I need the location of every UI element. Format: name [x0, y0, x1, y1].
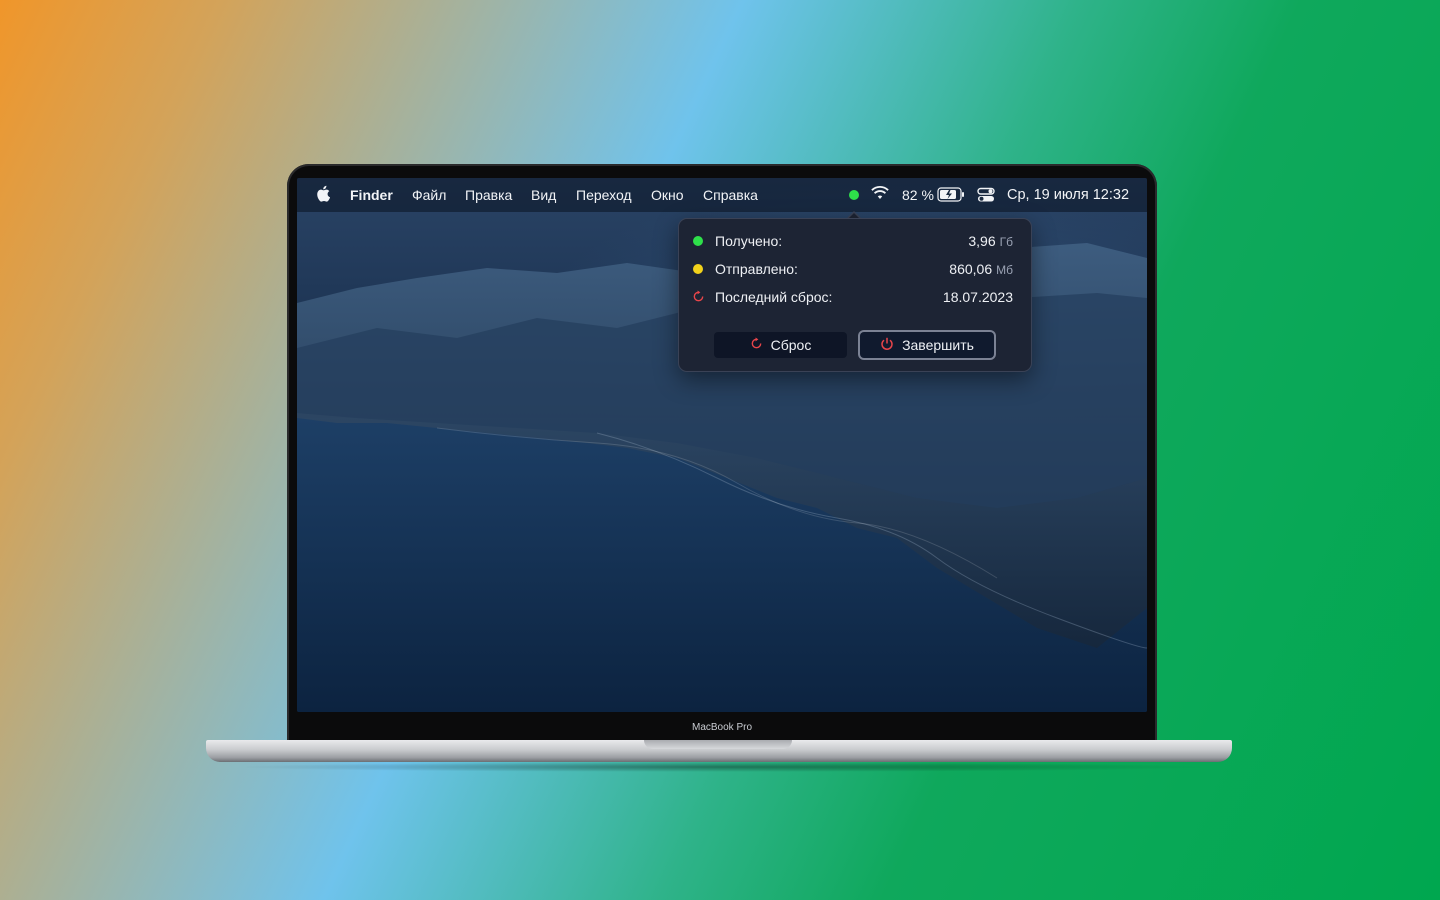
network-status-dot[interactable]	[849, 190, 859, 200]
menu-file[interactable]: Файл	[412, 187, 446, 203]
menu-go[interactable]: Переход	[576, 187, 632, 203]
clock-date[interactable]: Ср, 19 июля 12:32	[1007, 187, 1129, 203]
reset-icon	[750, 337, 763, 353]
sent-label: Отправлено:	[715, 261, 798, 277]
menu-edit[interactable]: Правка	[465, 187, 512, 203]
received-label: Получено:	[715, 233, 783, 249]
apple-menu[interactable]	[316, 185, 331, 205]
laptop-shadow	[230, 762, 1210, 772]
power-icon	[880, 337, 894, 354]
sent-indicator	[693, 264, 703, 274]
sent-unit: Мб	[996, 263, 1013, 277]
menu-view[interactable]: Вид	[531, 187, 556, 203]
apple-icon	[317, 185, 331, 202]
last-reset-label: Последний сброс:	[715, 289, 833, 305]
menu-help[interactable]: Справка	[703, 187, 758, 203]
received-value: 3,96 Гб	[968, 233, 1013, 249]
reset-button[interactable]: Сброс	[714, 332, 847, 358]
traffic-popover: Получено: 3,96 Гб Отправлено: 860,06 Мб По…	[678, 218, 1032, 372]
battery-percent[interactable]: 82 %	[902, 187, 934, 203]
received-unit: Гб	[999, 235, 1013, 249]
reset-button-label: Сброс	[770, 337, 812, 353]
model-label: MacBook Pro	[691, 722, 753, 733]
battery-icon[interactable]	[937, 187, 965, 205]
last-reset-row: Последний сброс: 18.07.2023	[693, 287, 1013, 307]
menu-bar: Finder Файл Правка Вид Переход Окно Спра…	[297, 178, 1147, 212]
menu-app-name[interactable]: Finder	[350, 187, 393, 203]
sent-row: Отправлено: 860,06 Мб	[693, 259, 1013, 279]
menu-window[interactable]: Окно	[651, 187, 684, 203]
sent-amount: 860,06	[949, 261, 993, 277]
wifi-icon[interactable]	[871, 186, 889, 203]
control-center-icon[interactable]	[977, 187, 995, 206]
sent-value: 860,06 Мб	[949, 261, 1013, 277]
last-reset-date: 18.07.2023	[942, 289, 1013, 305]
quit-button[interactable]: Завершить	[860, 332, 994, 358]
received-amount: 3,96	[968, 233, 996, 249]
received-indicator	[693, 236, 703, 246]
laptop-notch	[644, 740, 792, 749]
received-row: Получено: 3,96 Гб	[693, 231, 1013, 251]
reset-icon	[692, 290, 705, 306]
quit-button-label: Завершить	[902, 337, 974, 353]
